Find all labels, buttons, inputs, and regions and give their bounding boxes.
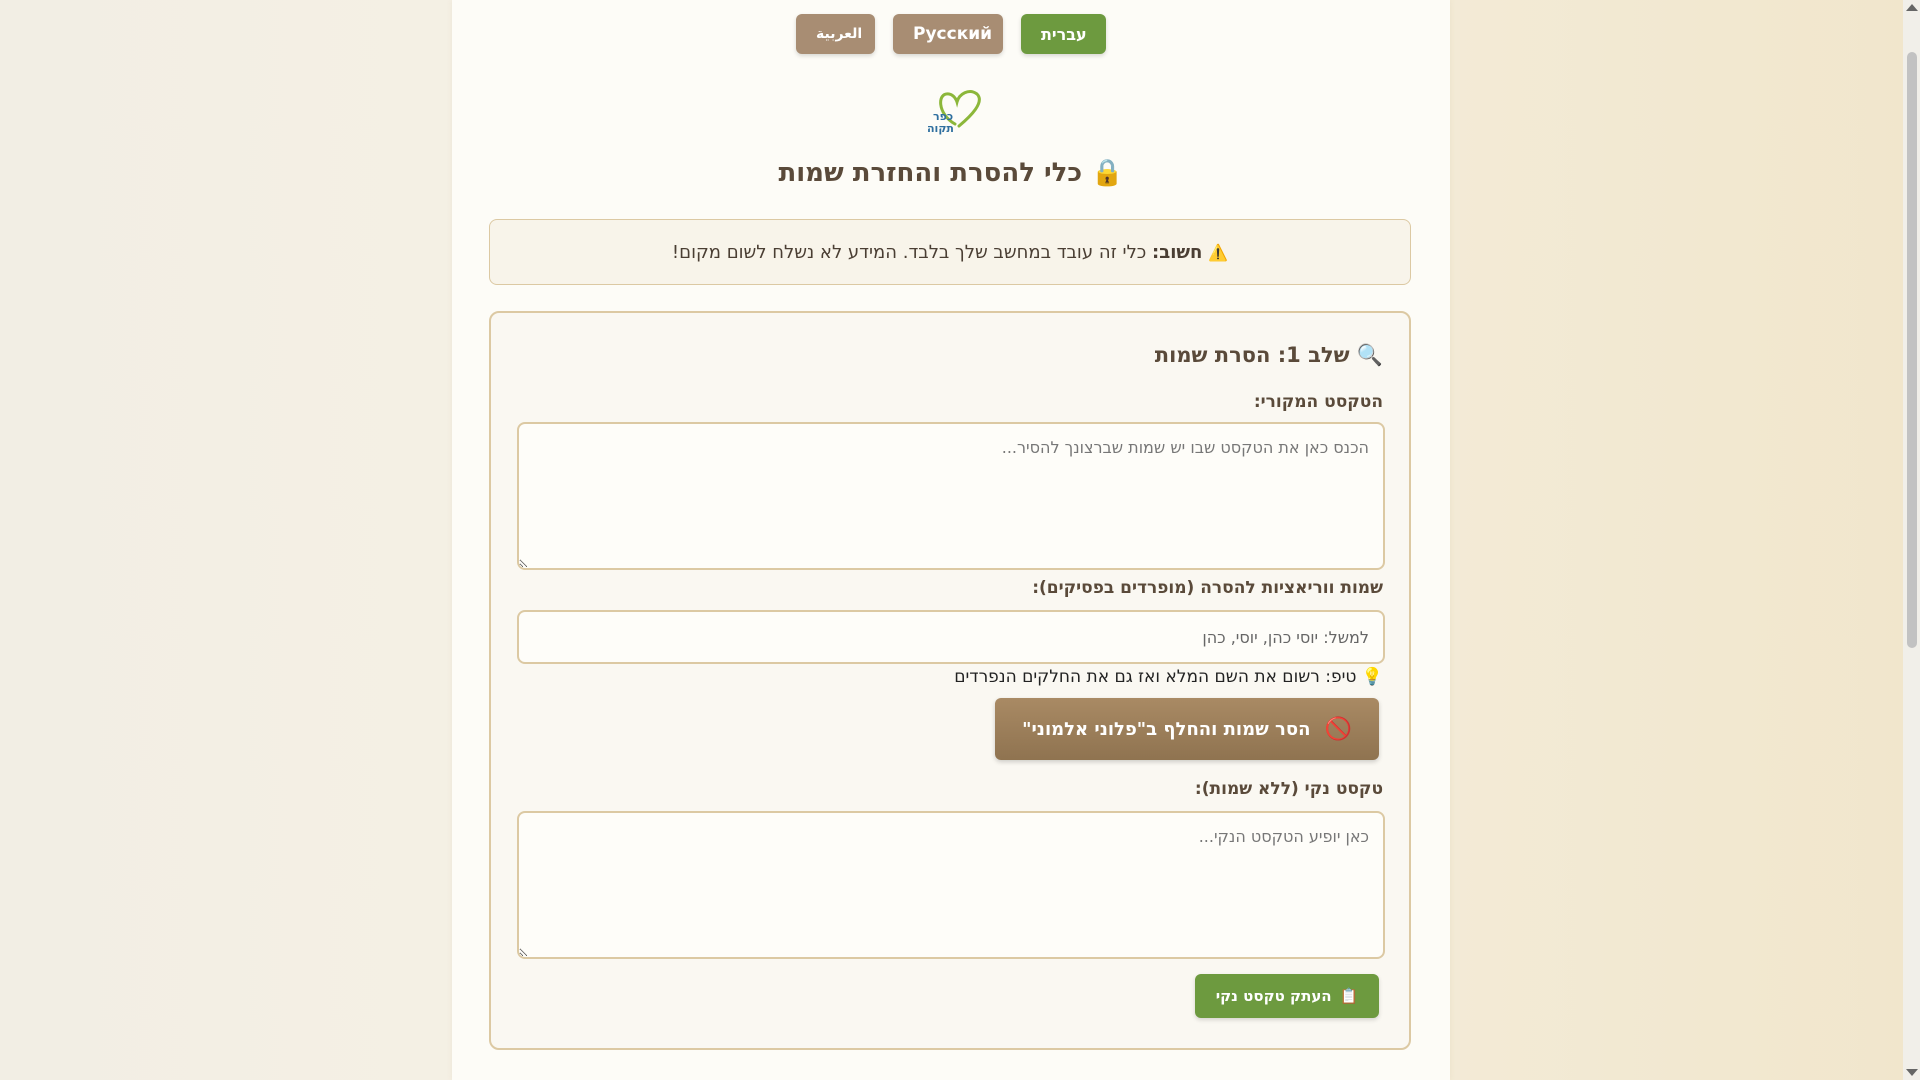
lang-button-arabic[interactable]: العربية [796,14,875,54]
scroll-thumb[interactable] [1907,52,1917,648]
tip-text: 💡 טיפ: רשום את השם המלא ואז גם את החלקים… [954,667,1383,687]
copy-clean-text-button-label: העתק טקסט נקי [1215,987,1332,1005]
page-title: 🔒 כלי להסרת והחזרת שמות [452,158,1450,188]
original-text-label: הטקסט המקורי: [1253,392,1383,412]
tip-text-value: טיפ: רשום את השם המלא ואז גם את החלקים ה… [954,667,1357,687]
language-switcher: العربية Русский עברית [452,14,1450,54]
step1-card: 🔍 שלב 1: הסרת שמות הטקסט המקורי: שמות וו… [489,311,1411,1050]
warning-icon: ⚠️ [1208,243,1229,262]
magnifier-icon: 🔍 [1356,343,1383,367]
original-text-area[interactable] [517,422,1385,570]
kfar-tikva-logo: כפר תקוה [927,90,981,135]
page-scrollbar[interactable] [1903,0,1920,1080]
lang-button-hebrew[interactable]: עברית [1021,14,1106,54]
remove-names-button-label: הסר שמות והחלף ב"פלוני אלמוני" [1022,718,1311,740]
page-container: العربية Русский עברית כפר תקוה 🔒 כלי להס… [452,0,1450,1080]
clean-text-area[interactable] [517,811,1385,959]
clipboard-icon: 📋 [1339,987,1359,1005]
names-label: שמות ווריאציות להסרה (מופרדים בפסיקים): [1032,578,1383,598]
logo-text-bottom: תקוה [927,122,954,135]
names-input[interactable] [517,610,1385,664]
scroll-down-arrow-icon[interactable] [1906,1069,1918,1076]
step1-title-text: שלב 1: הסרת שמות [1154,343,1350,367]
notice-strong: חשוב: [1152,242,1203,263]
page-title-text: כלי להסרת והחזרת שמות [778,158,1083,188]
clean-text-label: טקסט נקי (ללא שמות): [1194,779,1383,799]
lightbulb-icon: 💡 [1361,667,1383,687]
lock-icon: 🔒 [1091,158,1124,188]
scroll-up-arrow-icon[interactable] [1906,4,1918,11]
copy-clean-text-button[interactable]: 📋 העתק טקסט נקי [1195,974,1379,1018]
privacy-notice: ⚠️ חשוב: כלי זה עובד במחשב שלך בלבד. המי… [489,219,1411,285]
remove-names-button[interactable]: 🚫 הסר שמות והחלף ב"פלוני אלמוני" [995,698,1379,760]
no-entry-icon: 🚫 [1324,716,1352,742]
notice-text: כלי זה עובד במחשב שלך בלבד. המידע לא נשל… [671,242,1153,263]
lang-button-russian[interactable]: Русский [893,14,1003,54]
step1-title: 🔍 שלב 1: הסרת שמות [1155,343,1383,368]
